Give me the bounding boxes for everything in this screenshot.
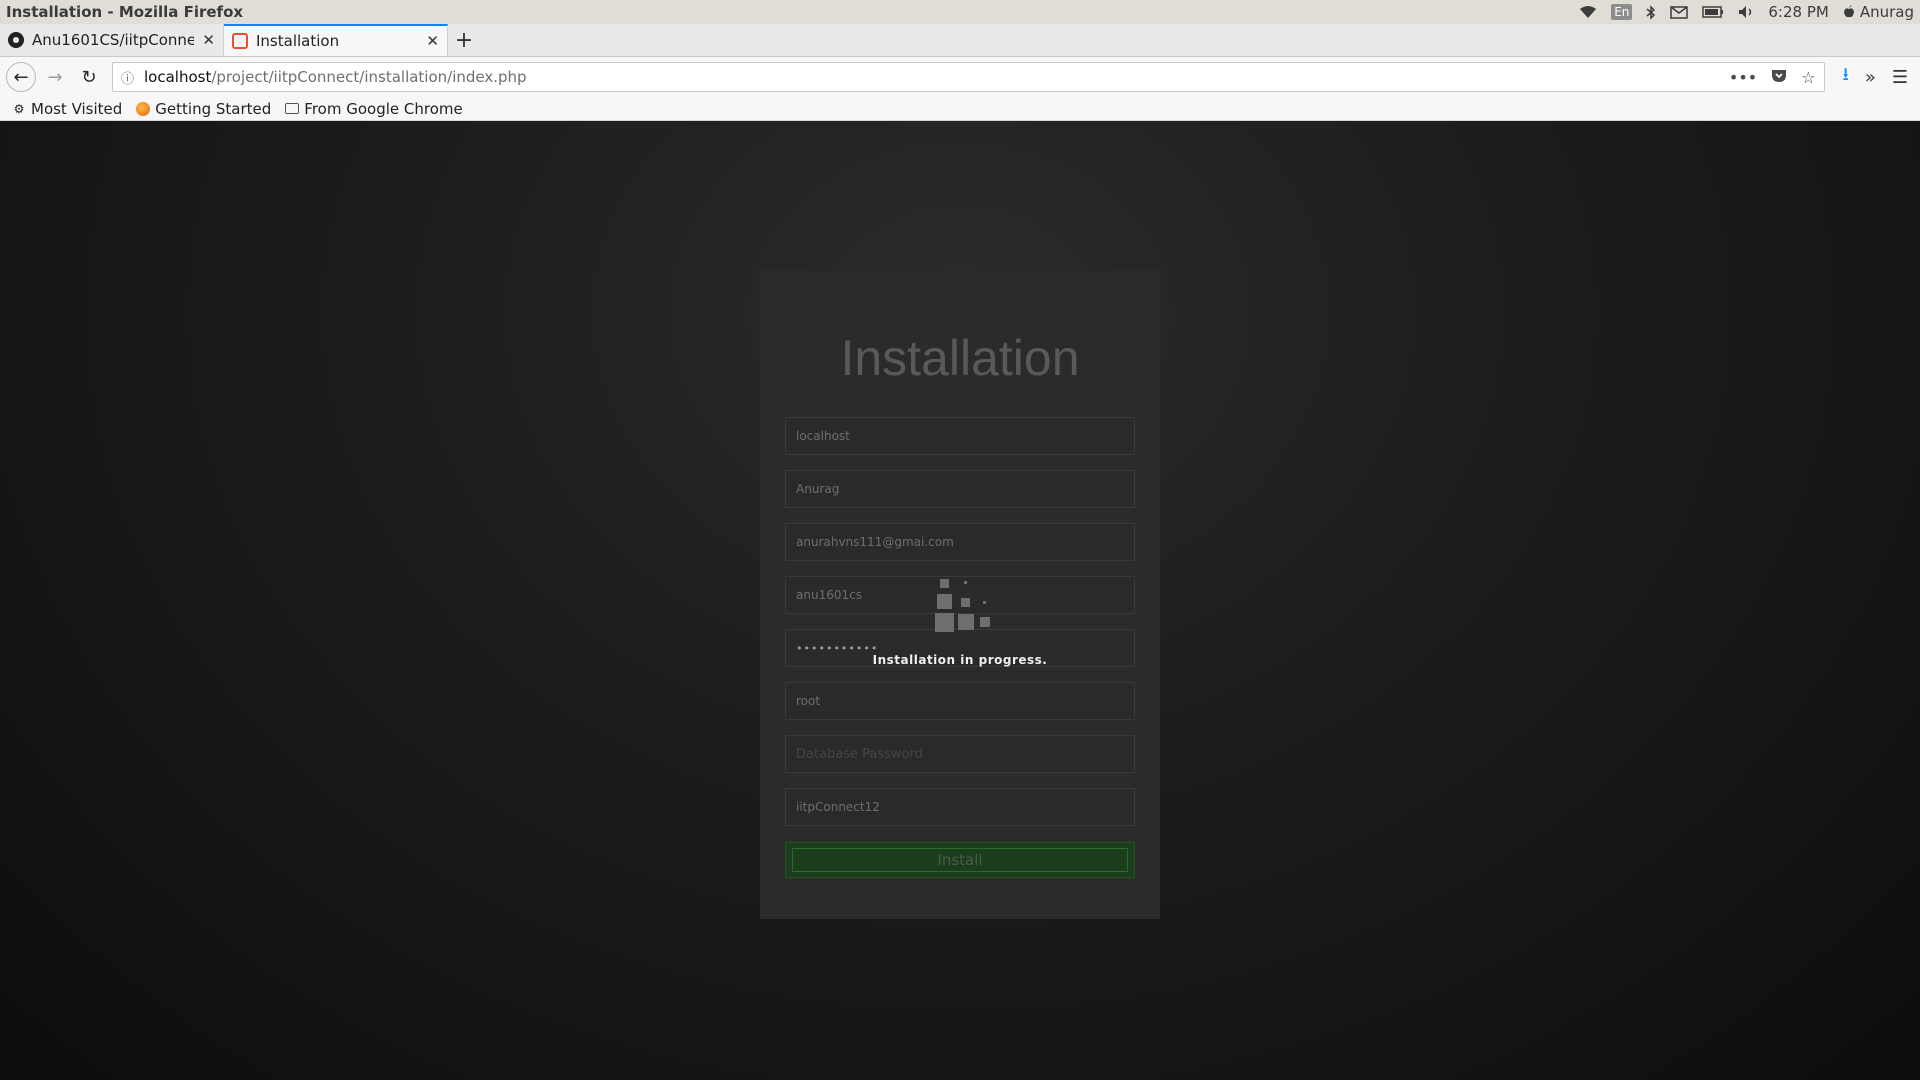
bookmark-star-icon[interactable]: ☆ — [1801, 68, 1815, 87]
window-title: Installation - Mozilla Firefox — [6, 3, 244, 21]
github-icon — [8, 32, 24, 48]
tab-github[interactable]: Anu1601CS/iitpConnect ✕ — [0, 24, 224, 56]
hamburger-menu-icon[interactable]: ☰ — [1892, 67, 1908, 88]
bookmark-label: From Google Chrome — [304, 99, 463, 118]
tab-installation[interactable]: Installation ✕ — [224, 24, 448, 56]
reload-button[interactable]: ↻ — [74, 62, 104, 92]
apple-icon — [1843, 5, 1854, 18]
tab-label: Anu1601CS/iitpConnect — [32, 31, 195, 49]
tab-strip: Anu1601CS/iitpConnect ✕ Installation ✕ + — [0, 24, 1920, 57]
session-menu[interactable]: Anurag — [1843, 3, 1914, 21]
bookmark-most-visited[interactable]: ⚙ Most Visited — [12, 99, 123, 118]
bookmark-label: Getting Started — [155, 99, 272, 118]
bookmark-getting-started[interactable]: Getting Started — [136, 100, 271, 118]
system-tray: En 6:28 PM Anurag — [1579, 3, 1914, 21]
folder-icon — [285, 103, 300, 114]
bluetooth-icon[interactable] — [1646, 4, 1656, 20]
pocket-icon[interactable] — [1771, 68, 1787, 87]
close-tab-icon[interactable]: ✕ — [426, 32, 439, 50]
os-top-bar: Installation - Mozilla Firefox En 6:28 P… — [0, 0, 1920, 24]
bookmark-label: Most Visited — [31, 99, 123, 118]
bookmark-from-google-chrome[interactable]: From Google Chrome — [285, 99, 463, 118]
battery-icon[interactable] — [1702, 6, 1724, 18]
wifi-icon[interactable] — [1579, 5, 1597, 19]
tab-label: Installation — [256, 32, 340, 50]
gear-icon: ⚙ — [13, 101, 25, 116]
firefox-icon — [136, 101, 151, 116]
mail-icon[interactable] — [1670, 5, 1689, 19]
url-bar[interactable]: ⓘ localhost/project/iitpConnect/installa… — [112, 62, 1825, 92]
forward-button[interactable]: → — [40, 62, 70, 92]
site-info-icon[interactable]: ⓘ — [121, 68, 134, 87]
clock[interactable]: 6:28 PM — [1768, 3, 1828, 21]
loading-overlay: Installation in progress. — [0, 121, 1920, 1080]
back-button[interactable]: ← — [6, 62, 36, 92]
page-actions-icon[interactable]: ••• — [1729, 68, 1757, 87]
navigation-bar: ← → ↻ ⓘ localhost/project/iitpConnect/in… — [0, 57, 1920, 97]
close-tab-icon[interactable]: ✕ — [202, 31, 215, 49]
new-tab-button[interactable]: + — [448, 24, 480, 56]
user-name: Anurag — [1859, 3, 1914, 21]
loading-message: Installation in progress. — [872, 653, 1048, 667]
download-icon[interactable]: ⭳ — [1843, 62, 1849, 92]
bookmarks-bar: ⚙ Most Visited Getting Started From Goog… — [0, 97, 1920, 121]
url-host: localhost — [144, 68, 212, 86]
keyboard-layout-indicator[interactable]: En — [1611, 4, 1633, 20]
installation-favicon-icon — [232, 33, 248, 49]
volume-icon[interactable] — [1738, 5, 1754, 19]
page-content: Installation localhost Anurag anurahvns1… — [0, 121, 1920, 1080]
overflow-chevron-icon[interactable]: » — [1865, 67, 1876, 88]
url-path: /project/iitpConnect/installation/index.… — [211, 68, 527, 86]
